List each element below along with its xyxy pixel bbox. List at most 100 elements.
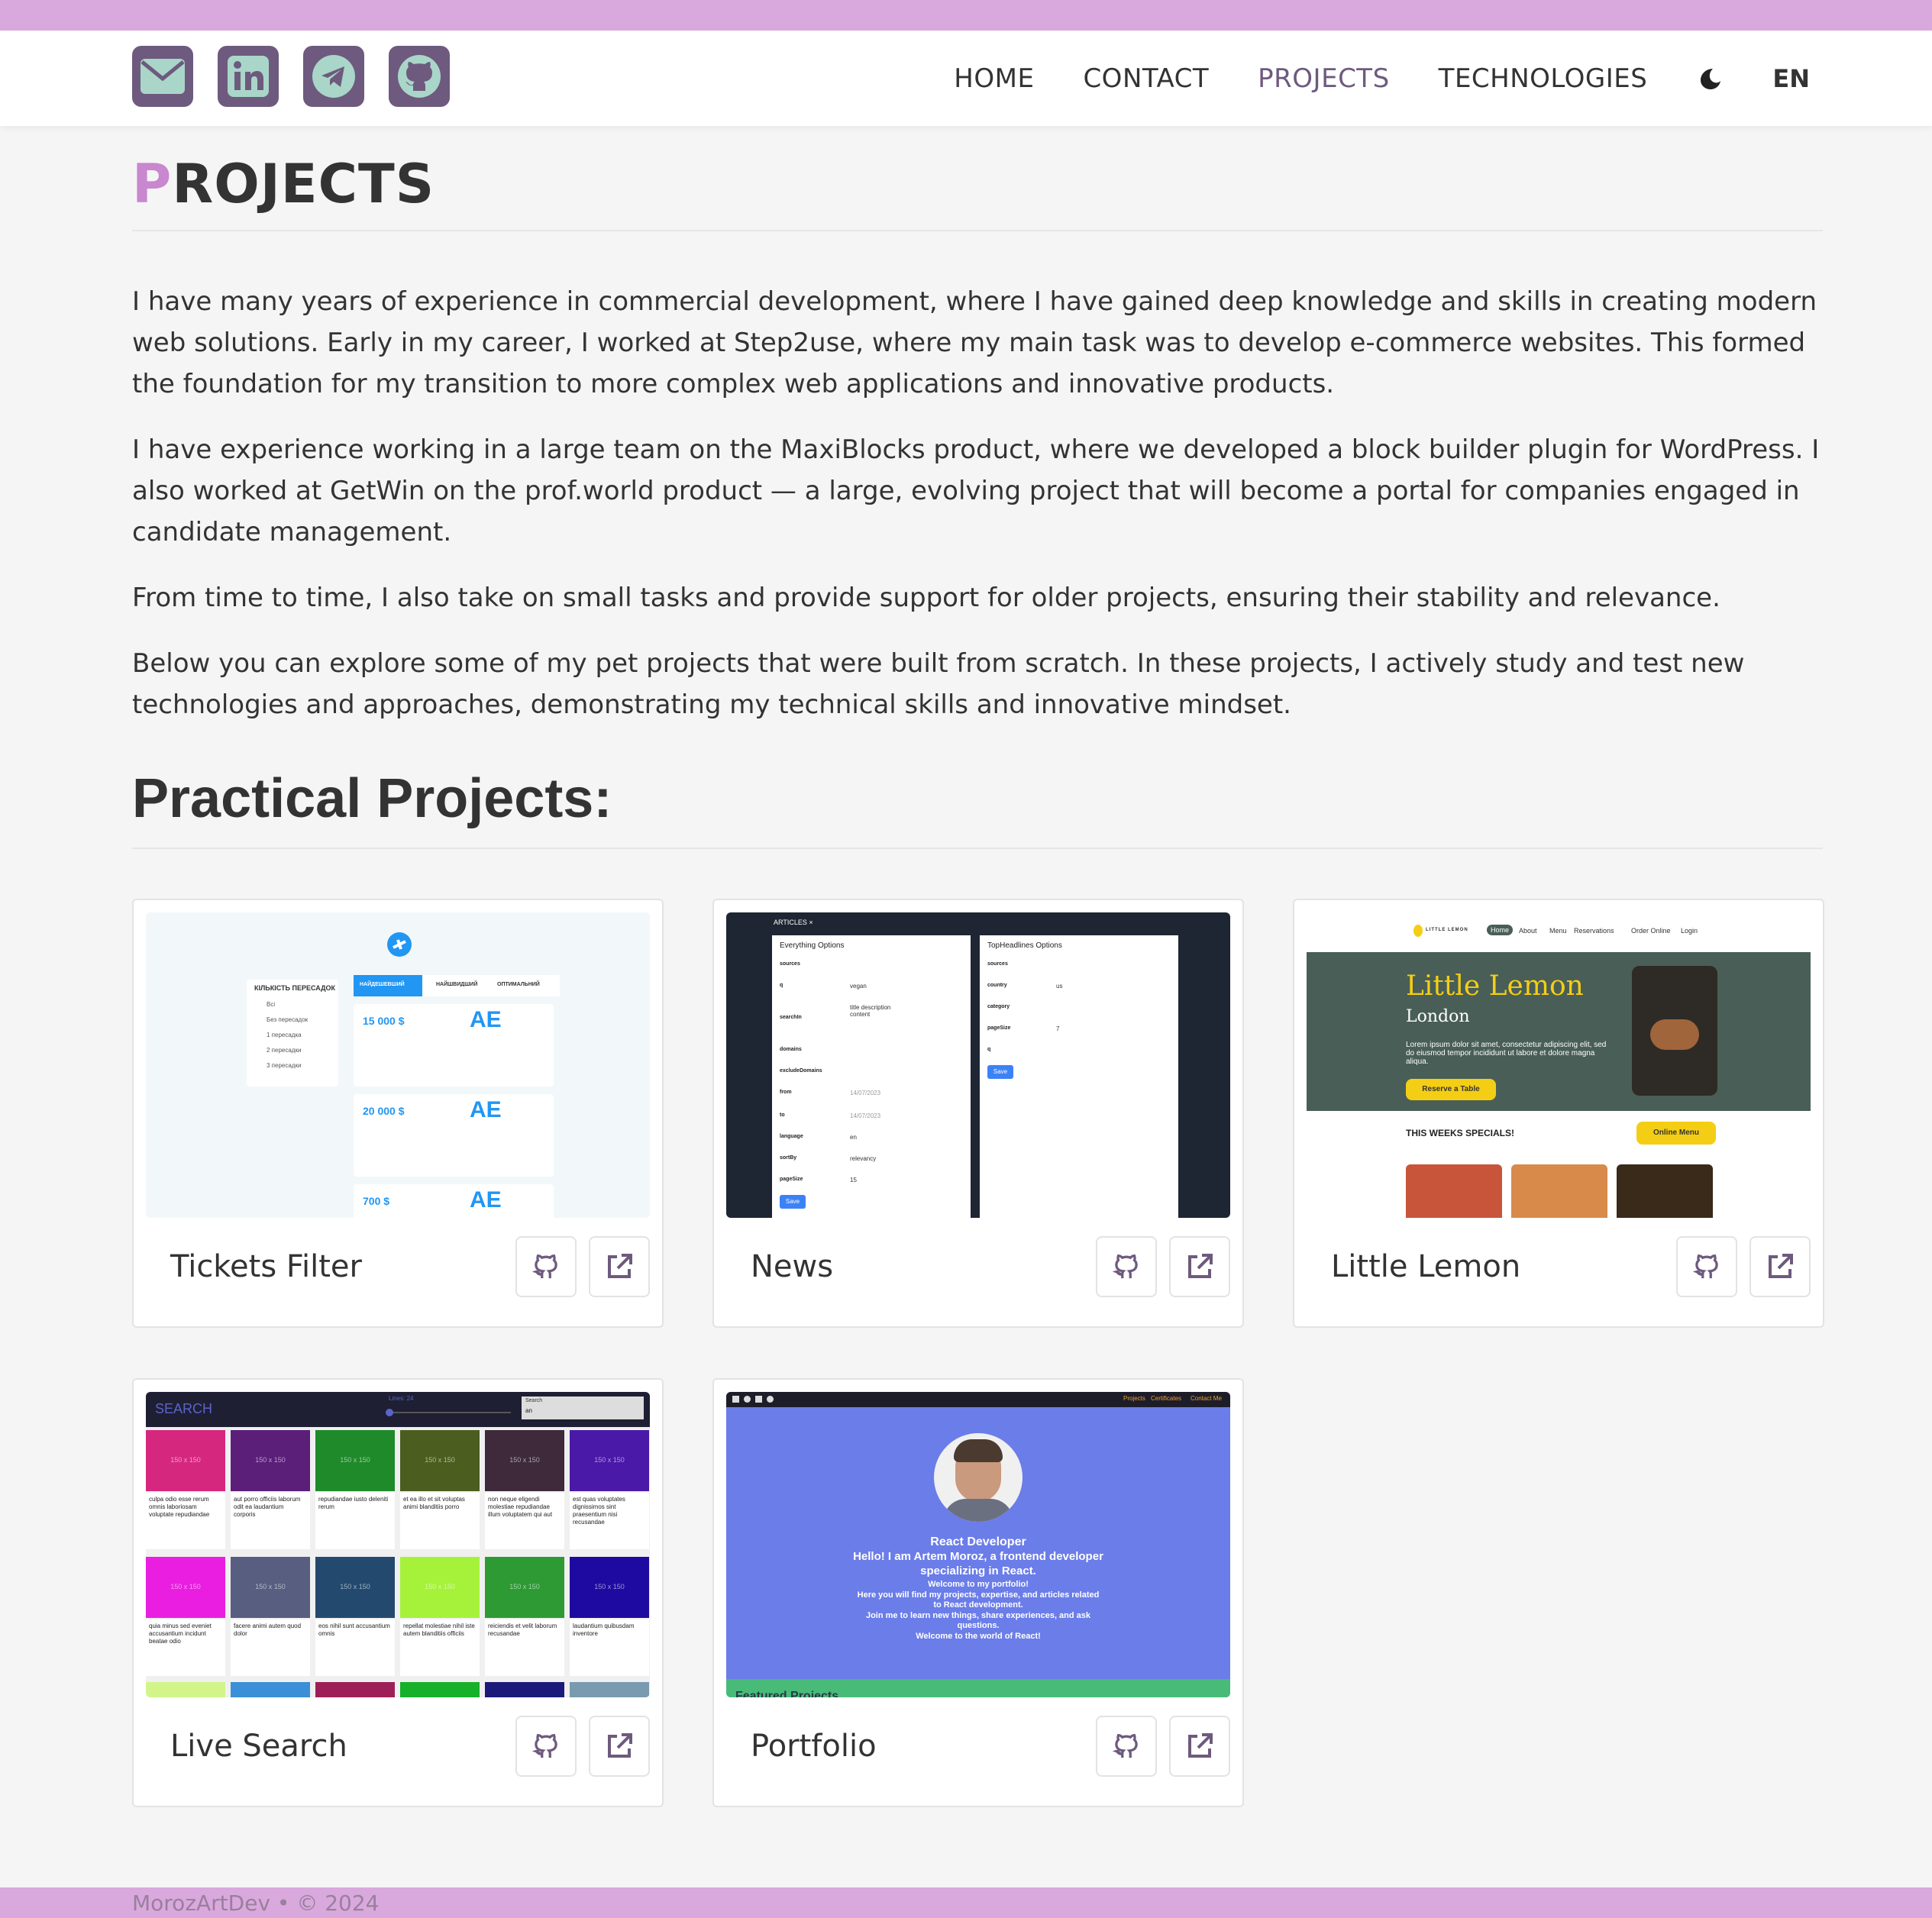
github-repo-button[interactable] [515, 1716, 577, 1777]
project-thumbnail[interactable]: SEARCH Lines: 24 Search an 150 x 150 culp… [146, 1392, 650, 1697]
svg-text:AE: AE [470, 1097, 502, 1122]
email-link[interactable] [132, 46, 193, 107]
news-field: sortBy [780, 1155, 797, 1161]
social-links [132, 46, 450, 107]
footer-copyright: MorozArtDev • © 2024 [132, 1891, 380, 1916]
live-demo-button[interactable] [1749, 1236, 1811, 1297]
sort-tab: НАЙШВИДШИЙ [436, 982, 478, 987]
photo-tile: 150 x 150 [485, 1682, 564, 1697]
github-icon [1112, 1254, 1138, 1279]
filter-title: КІЛЬКІСТЬ ПЕРЕСАДОК [254, 984, 336, 992]
lemon-dish-image [1511, 1164, 1607, 1218]
github-repo-button[interactable] [1676, 1236, 1737, 1297]
theme-toggle-button[interactable] [1695, 63, 1725, 94]
live-demo-button[interactable] [589, 1236, 650, 1297]
news-field: domains [780, 1047, 802, 1052]
news-field: from [780, 1090, 792, 1095]
photo-tile-label: 150 x 150 [170, 1456, 201, 1464]
lemon-logo: LITTLE LEMON [1426, 928, 1468, 932]
sort-tab: НАЙДЕШЕВШИЙ [360, 982, 405, 987]
portfolio-welcome: Welcome to my portfolio! [928, 1580, 1029, 1589]
ticket-price: 20 000 $ [363, 1105, 405, 1117]
news-field-value: en [850, 1134, 857, 1141]
news-save-button: Save [780, 1195, 806, 1209]
portfolio-text: Here you will find my projects, expertis… [857, 1590, 1100, 1610]
news-field: q [780, 983, 783, 988]
lemon-nav-item: Menu [1549, 927, 1567, 935]
news-field-value: vegan [850, 983, 867, 990]
github-repo-button[interactable] [1096, 1236, 1157, 1297]
photo-caption: reiciendis et velit laborum recusandae [485, 1619, 564, 1676]
envelope-icon [732, 1396, 739, 1403]
photo-tile: 150 x 150 [146, 1682, 225, 1697]
news-field-value: 15 [850, 1177, 857, 1183]
lemon-logo-icon [1413, 925, 1423, 937]
moon-icon [1701, 68, 1721, 89]
portfolio-nav-item: Projects [1123, 1395, 1145, 1402]
portfolio-join: Join me to learn new things, share exper… [865, 1611, 1091, 1630]
project-thumbnail[interactable]: ARTICLES × Everything Options sources q … [726, 912, 1230, 1218]
language-switcher[interactable]: EN [1772, 64, 1810, 93]
intro-paragraph: Below you can explore some of my pet pro… [132, 648, 1745, 720]
external-link-icon [1188, 1254, 1213, 1278]
news-field: country [987, 983, 1007, 988]
news-field-value: title description content [850, 1004, 891, 1018]
news-field-value: us [1056, 983, 1063, 990]
external-link-icon [608, 1733, 632, 1758]
main-nav: HOME CONTACT PROJECTS TECHNOLOGIES EN [905, 31, 1810, 126]
project-thumbnail[interactable]: Projects Certificates Contact Me React D… [726, 1392, 1230, 1697]
telegram-link[interactable] [303, 46, 364, 107]
search-label: Search [525, 1398, 543, 1403]
nav-contact[interactable]: CONTACT [1083, 63, 1209, 94]
photo-tile-label: 150 x 150 [340, 1583, 370, 1590]
project-card-tickets-filter: AE AE AE КІЛЬКІСТЬ ПЕРЕСАДОК Всі Без пер… [132, 899, 664, 1328]
github-icon [1112, 1733, 1138, 1758]
project-thumbnail[interactable]: AE AE AE КІЛЬКІСТЬ ПЕРЕСАДОК Всі Без пер… [146, 912, 650, 1218]
project-title: Portfolio [751, 1729, 877, 1764]
nav-technologies[interactable]: TECHNOLOGIES [1439, 63, 1648, 94]
photo-tile: 150 x 150 [400, 1557, 480, 1618]
portfolio-nav-item: Contact Me [1191, 1395, 1222, 1402]
photo-tile-label: 150 x 150 [170, 1583, 201, 1590]
live-demo-button[interactable] [589, 1716, 650, 1777]
photo-tile-label: 150 x 150 [594, 1583, 625, 1590]
page-title-rest: ROJECTS [172, 153, 435, 215]
external-link-icon [608, 1254, 632, 1278]
avatar [934, 1433, 1023, 1522]
news-field: category [987, 1004, 1010, 1009]
project-title: News [751, 1249, 834, 1284]
photo-tile-label: 150 x 150 [340, 1456, 370, 1464]
header: HOME CONTACT PROJECTS TECHNOLOGIES EN [0, 31, 1932, 126]
lemon-nav-item: Reservations [1574, 927, 1614, 935]
project-card-news: ARTICLES × Everything Options sources q … [712, 899, 1244, 1328]
photo-tile-label: 150 x 150 [425, 1583, 455, 1590]
nav-home[interactable]: HOME [954, 63, 1034, 94]
intro-paragraph: I have experience working in a large tea… [132, 434, 1820, 547]
live-demo-button[interactable] [1169, 1236, 1230, 1297]
project-thumbnail[interactable]: LITTLE LEMON Home About Menu Reservation… [1307, 912, 1811, 1218]
news-field: searchIn [780, 1015, 802, 1020]
svg-text:AE: AE [470, 1187, 502, 1212]
telegram-icon [767, 1396, 774, 1403]
photo-tile-label: 150 x 150 [255, 1456, 286, 1464]
linkedin-icon [228, 56, 269, 97]
github-repo-button[interactable] [1096, 1716, 1157, 1777]
photo-caption: et ea illo et sit voluptas animi blandit… [400, 1493, 480, 1549]
github-icon [1692, 1254, 1718, 1279]
github-link[interactable] [389, 46, 450, 107]
topheadlines-options-title: TopHeadlines Options [987, 941, 1062, 950]
lemon-nav-item: Home [1487, 925, 1514, 935]
github-repo-button[interactable] [515, 1236, 577, 1297]
news-field: q [987, 1047, 991, 1052]
live-demo-button[interactable] [1169, 1716, 1230, 1777]
lemon-hero-city: London [1406, 1007, 1470, 1026]
github-icon [531, 1733, 557, 1758]
portfolio-bottom-text: Welcome to the world of React! [916, 1632, 1041, 1641]
project-card-live-search: SEARCH Lines: 24 Search an 150 x 150 culp… [132, 1378, 664, 1807]
nav-projects[interactable]: PROJECTS [1258, 63, 1390, 94]
portfolio-nav-item: Certificates [1151, 1395, 1182, 1402]
photo-tile-label: 150 x 150 [509, 1456, 540, 1464]
linkedin-link[interactable] [218, 46, 279, 107]
telegram-icon [312, 55, 355, 98]
filter-option: 3 пересадки [267, 1062, 302, 1069]
